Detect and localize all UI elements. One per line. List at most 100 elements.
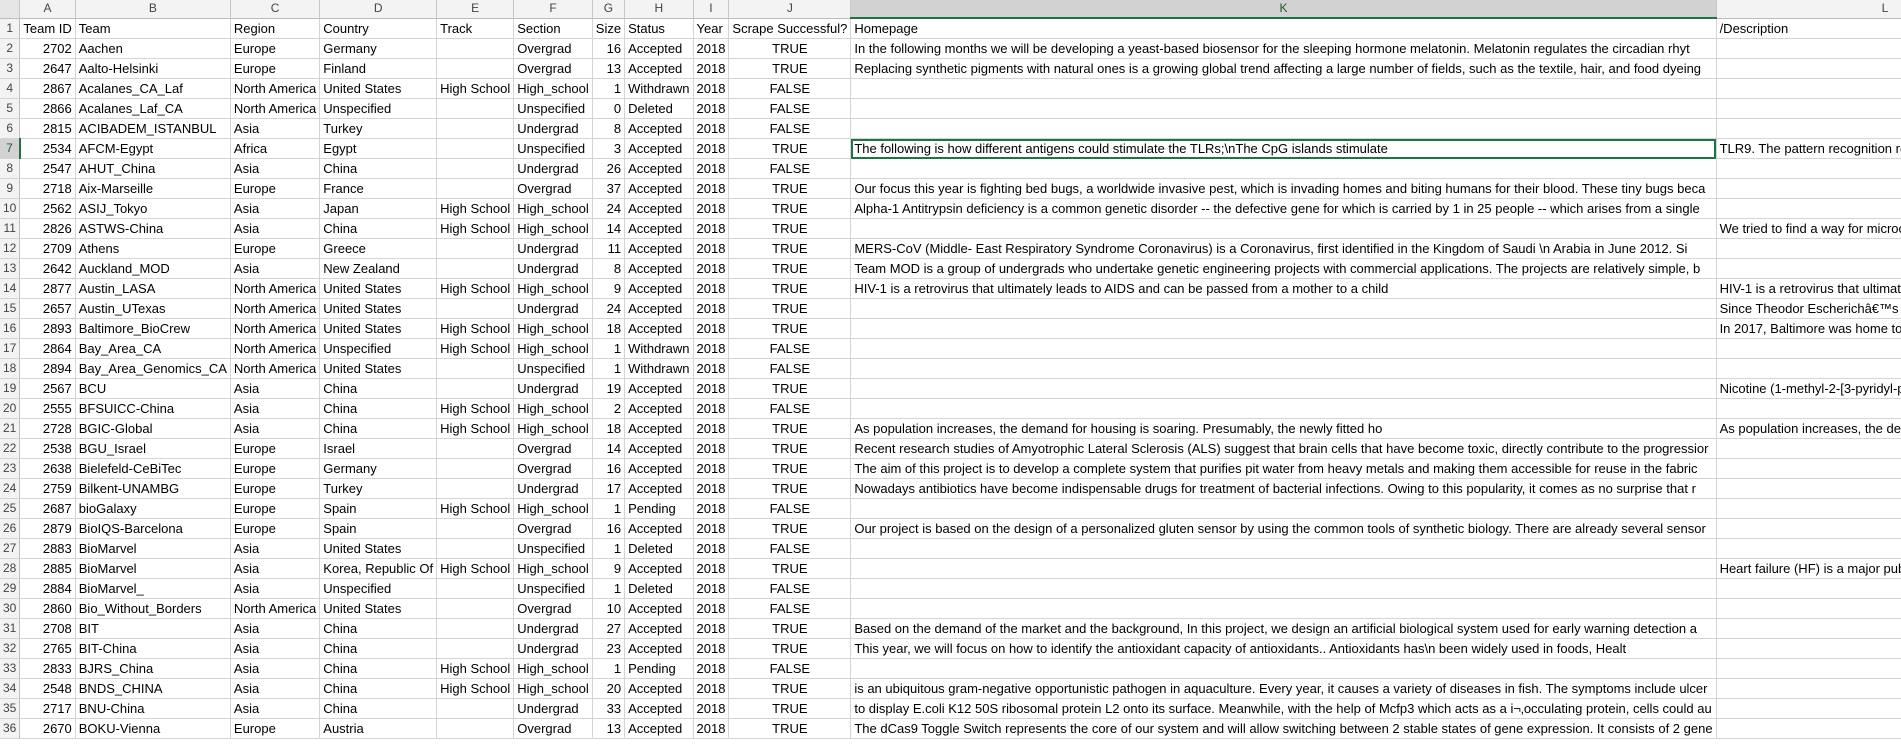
- cell-c10[interactable]: Asia: [230, 198, 321, 219]
- cell-d4[interactable]: United States: [319, 78, 438, 99]
- column-header-c[interactable]: C: [230, 0, 321, 19]
- cell-g17[interactable]: 1: [592, 338, 626, 359]
- cell-e32[interactable]: [436, 638, 515, 659]
- cell-h35[interactable]: Accepted: [624, 698, 694, 719]
- cell-b34[interactable]: BNDS_CHINA: [75, 678, 231, 699]
- cell-g8[interactable]: 26: [592, 158, 626, 179]
- cell-h9[interactable]: Accepted: [624, 178, 694, 199]
- cell-b32[interactable]: BIT-China: [75, 638, 231, 659]
- cell-c31[interactable]: Asia: [230, 618, 321, 639]
- cell-c9[interactable]: Europe: [230, 178, 321, 199]
- cell-c8[interactable]: Asia: [230, 158, 321, 179]
- cell-k27[interactable]: [850, 538, 1717, 559]
- cell-h30[interactable]: Accepted: [624, 598, 694, 619]
- cell-e30[interactable]: [436, 598, 515, 619]
- cell-a29[interactable]: 2884: [19, 578, 76, 599]
- cell-e14[interactable]: High School: [436, 278, 515, 299]
- column-header-g[interactable]: G: [592, 0, 626, 19]
- cell-e7[interactable]: [436, 138, 515, 159]
- cell-d20[interactable]: China: [319, 398, 438, 419]
- cell-c6[interactable]: Asia: [230, 118, 321, 139]
- column-header-d[interactable]: D: [319, 0, 438, 19]
- cell-k21[interactable]: As population increases, the demand for …: [850, 418, 1717, 439]
- cell-a10[interactable]: 2562: [19, 198, 76, 219]
- cell-a19[interactable]: 2567: [19, 378, 76, 399]
- row-header[interactable]: 2: [0, 38, 21, 59]
- row-header[interactable]: 9: [0, 178, 21, 199]
- cell-g3[interactable]: 13: [592, 58, 626, 79]
- cell-k6[interactable]: [850, 118, 1717, 139]
- cell-j5[interactable]: FALSE: [728, 98, 852, 119]
- cell-i9[interactable]: 2018: [693, 178, 730, 199]
- cell-j35[interactable]: TRUE: [728, 698, 852, 719]
- cell-i13[interactable]: 2018: [693, 258, 730, 279]
- cell-g29[interactable]: 1: [592, 578, 626, 599]
- cell-l29[interactable]: [1716, 578, 1901, 599]
- row-header[interactable]: 23: [0, 458, 21, 479]
- row-header[interactable]: 36: [0, 718, 21, 739]
- cell-b14[interactable]: Austin_LASA: [75, 278, 231, 299]
- cell-a36[interactable]: 2670: [19, 718, 76, 739]
- cell-b28[interactable]: BioMarvel: [75, 558, 231, 579]
- cell-g13[interactable]: 8: [592, 258, 626, 279]
- cell-h27[interactable]: Deleted: [624, 538, 694, 559]
- cell-l30[interactable]: [1716, 598, 1901, 619]
- cell-c24[interactable]: Europe: [230, 478, 321, 499]
- cell-a25[interactable]: 2687: [19, 498, 76, 519]
- cell-d24[interactable]: Turkey: [319, 478, 438, 499]
- column-header-e[interactable]: E: [436, 0, 515, 19]
- cell-h32[interactable]: Accepted: [624, 638, 694, 659]
- cell-c34[interactable]: Asia: [230, 678, 321, 699]
- cell-d19[interactable]: China: [319, 378, 438, 399]
- cell-i21[interactable]: 2018: [693, 418, 730, 439]
- cell-f22[interactable]: Overgrad: [513, 438, 593, 459]
- cell-b21[interactable]: BGIC-Global: [75, 418, 231, 439]
- cell-h25[interactable]: Pending: [624, 498, 694, 519]
- cell-k32[interactable]: This year, we will focus on how to ident…: [850, 638, 1717, 659]
- cell-a15[interactable]: 2657: [19, 298, 76, 319]
- cell-a31[interactable]: 2708: [19, 618, 76, 639]
- cell-l20[interactable]: [1716, 398, 1901, 419]
- cell-c4[interactable]: North America: [230, 78, 321, 99]
- row-header[interactable]: 31: [0, 618, 21, 639]
- cell-l3[interactable]: [1716, 58, 1901, 79]
- cell-k11[interactable]: [850, 218, 1717, 239]
- cell-f33[interactable]: High_school: [513, 658, 593, 679]
- cell-f36[interactable]: Overgrad: [513, 718, 593, 739]
- cell-j20[interactable]: FALSE: [728, 398, 852, 419]
- cell-d27[interactable]: United States: [319, 538, 438, 559]
- cell-f13[interactable]: Undergrad: [513, 258, 593, 279]
- cell-l34[interactable]: [1716, 678, 1901, 699]
- row-header[interactable]: 19: [0, 378, 21, 399]
- cell-b26[interactable]: BioIQS-Barcelona: [75, 518, 231, 539]
- cell-i3[interactable]: 2018: [693, 58, 730, 79]
- cell-h3[interactable]: Accepted: [624, 58, 694, 79]
- cell-j15[interactable]: TRUE: [728, 298, 852, 319]
- cell-f24[interactable]: Undergrad: [513, 478, 593, 499]
- cell-a9[interactable]: 2718: [19, 178, 76, 199]
- cell-g9[interactable]: 37: [592, 178, 626, 199]
- cell-e16[interactable]: High School: [436, 318, 515, 339]
- cell-b30[interactable]: Bio_Without_Borders: [75, 598, 231, 619]
- cell-d16[interactable]: United States: [319, 318, 438, 339]
- cell-c21[interactable]: Asia: [230, 418, 321, 439]
- cell-d2[interactable]: Germany: [319, 38, 438, 59]
- cell-d17[interactable]: Unspecified: [319, 338, 438, 359]
- cell-c3[interactable]: Europe: [230, 58, 321, 79]
- cell-g23[interactable]: 16: [592, 458, 626, 479]
- cell-j11[interactable]: TRUE: [728, 218, 852, 239]
- cell-j10[interactable]: TRUE: [728, 198, 852, 219]
- cell-d3[interactable]: Finland: [319, 58, 438, 79]
- cell-f34[interactable]: High_school: [513, 678, 593, 699]
- row-header[interactable]: 26: [0, 518, 21, 539]
- cell-c5[interactable]: North America: [230, 98, 321, 119]
- row-header[interactable]: 6: [0, 118, 21, 139]
- column-header-b[interactable]: B: [75, 0, 231, 19]
- row-header[interactable]: 25: [0, 498, 21, 519]
- cell-d14[interactable]: United States: [319, 278, 438, 299]
- row-header[interactable]: 35: [0, 698, 21, 719]
- spreadsheet-grid[interactable]: ABCDEFGHIJKL 1 Team ID Team Region Country Tr…: [0, 0, 1901, 756]
- cell-l2[interactable]: [1716, 38, 1901, 59]
- cell-b24[interactable]: Bilkent-UNAMBG: [75, 478, 231, 499]
- cell-k22[interactable]: Recent research studies of Amyotrophic L…: [850, 438, 1717, 459]
